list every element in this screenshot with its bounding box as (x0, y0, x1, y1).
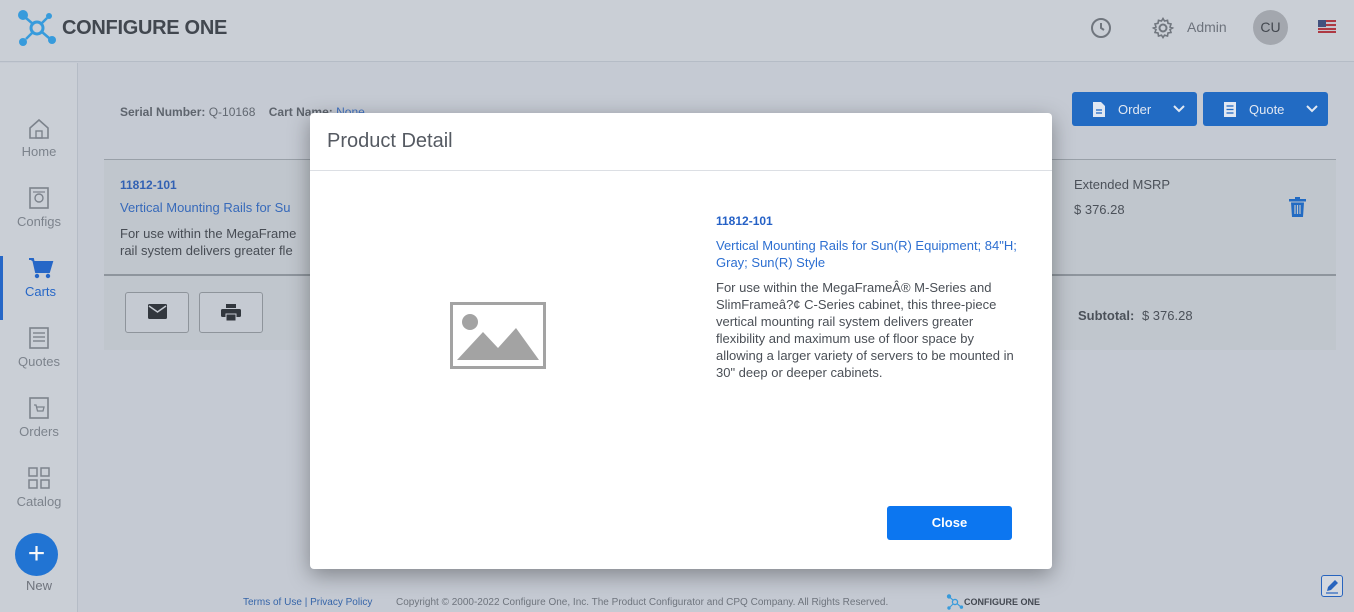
image-placeholder-icon (450, 302, 546, 369)
product-title[interactable]: Vertical Mounting Rails for Sun(R) Equip… (716, 237, 1021, 271)
product-part-number: 11812-101 (716, 214, 773, 228)
modal-title: Product Detail (327, 130, 453, 152)
product-description: For use within the MegaFrameÂ® M-Series … (716, 280, 1014, 380)
product-detail-modal: Product Detail 11812-101 Vertical Mounti… (310, 113, 1052, 569)
modal-divider (310, 170, 1052, 171)
close-button[interactable]: Close (887, 506, 1012, 540)
